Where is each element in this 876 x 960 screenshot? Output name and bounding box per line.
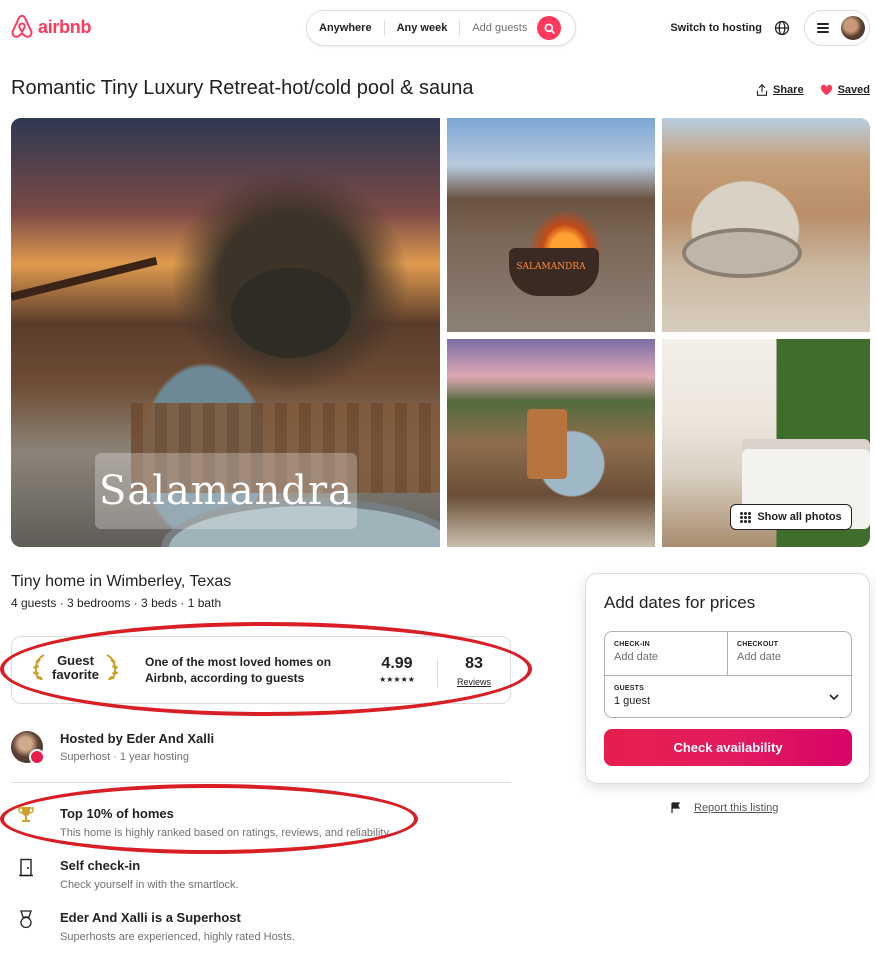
search-add-guests[interactable]: Add guests	[460, 20, 533, 36]
checkout-value: Add date	[737, 651, 782, 663]
feature-superhost: Eder And Xalli is a Superhost Superhosts…	[11, 910, 295, 943]
user-avatar	[841, 16, 865, 40]
title-actions: Share Saved	[756, 84, 870, 96]
checkout-label: CHECKOUT	[737, 641, 779, 648]
firepit-text: SALAMANDRA	[516, 262, 586, 272]
guest-favorite-line2: favorite	[52, 667, 99, 682]
door-icon	[11, 858, 41, 882]
guest-favorite-line1: Guest	[57, 653, 94, 668]
guests-label: GUESTS	[614, 685, 644, 692]
share-label: Share	[773, 84, 804, 96]
medal-icon	[11, 910, 41, 934]
search-anywhere[interactable]: Anywhere	[307, 20, 385, 36]
airbnb-logo-icon	[11, 14, 33, 38]
checkout-field[interactable]: CHECKOUT Add date	[728, 632, 852, 675]
feature-text: Top 10% of homes This home is highly ran…	[60, 806, 391, 839]
share-icon	[756, 84, 768, 96]
reviews-link[interactable]: Reviews	[452, 677, 496, 687]
firepit-shape	[509, 248, 599, 296]
listing-subtitle: Tiny home in Wimberley, Texas	[11, 573, 232, 590]
booking-title: Add dates for prices	[604, 593, 756, 612]
feature-text: Self check-in Check yourself in with the…	[60, 858, 239, 891]
checkin-field[interactable]: CHECK-IN Add date	[605, 632, 728, 675]
checkin-label: CHECK-IN	[614, 641, 650, 648]
airbnb-logo[interactable]: airbnb	[10, 14, 92, 40]
logo-text: airbnb	[38, 16, 92, 37]
globe-icon[interactable]	[774, 20, 790, 36]
grid-dots-icon	[740, 511, 752, 523]
checkin-value: Add date	[614, 651, 659, 663]
photo-sauna[interactable]	[447, 339, 655, 547]
hamburger-icon	[817, 23, 829, 33]
photo-tree	[231, 268, 351, 358]
reviews-count: 83	[465, 655, 483, 672]
salamandra-sign: Salamandra	[95, 453, 357, 529]
saved-label: Saved	[837, 84, 870, 96]
search-icon	[544, 22, 555, 34]
host-row: Hosted by Eder And Xalli Superhost · 1 y…	[11, 731, 214, 765]
section-divider	[11, 782, 511, 783]
feature-title: Self check-in	[60, 858, 141, 873]
laurel-left-icon	[33, 654, 45, 681]
guests-value: 1 guest	[614, 695, 651, 707]
search-button[interactable]	[537, 16, 562, 40]
host-title: Hosted by Eder And Xalli	[60, 731, 215, 746]
listing-title: Romantic Tiny Luxury Retreat-hot/cold po…	[11, 77, 474, 99]
feature-subtitle: Superhosts are experienced, highly rated…	[60, 931, 295, 943]
search-any-week[interactable]: Any week	[385, 20, 461, 36]
host-avatar[interactable]	[11, 731, 45, 765]
feature-subtitle: This home is highly ranked based on rati…	[60, 827, 392, 839]
report-listing-label[interactable]: Report this listing	[694, 802, 778, 814]
top-nav: airbnb Anywhere Any week Add guests Swit…	[0, 0, 876, 56]
share-button[interactable]: Share	[756, 84, 804, 96]
saved-button[interactable]: Saved	[820, 84, 870, 96]
rating-stars: ★★★★★	[379, 675, 415, 684]
search-bar[interactable]: Anywhere Any week Add guests	[306, 10, 576, 46]
feature-subtitle: Check yourself in with the smartlock.	[60, 879, 239, 891]
laurel-right-icon	[106, 654, 118, 681]
photo-daybed[interactable]	[662, 118, 870, 332]
guest-favorite-description: One of the most loved homes on Airbnb, a…	[145, 655, 332, 685]
sauna-shape	[527, 409, 567, 479]
guest-favorite-card: Guest favorite One of the most loved hom…	[11, 636, 511, 704]
check-availability-button[interactable]: Check availability	[604, 729, 852, 766]
feature-self-checkin: Self check-in Check yourself in with the…	[11, 858, 239, 891]
rating-block: 4.99 ★★★★★	[367, 655, 427, 684]
show-all-photos-button[interactable]: Show all photos	[730, 504, 852, 530]
photo-pergola	[11, 256, 158, 301]
guest-favorite-label: Guest favorite	[52, 654, 99, 682]
rating-divider	[437, 659, 438, 687]
guests-dropdown[interactable]: GUESTS 1 guest	[605, 675, 851, 718]
heart-icon	[820, 84, 832, 96]
show-all-photos-label: Show all photos	[757, 511, 842, 523]
host-text: Hosted by Eder And Xalli Superhost · 1 y…	[60, 731, 214, 763]
switch-to-hosting-link[interactable]: Switch to hosting	[670, 22, 762, 34]
listing-details: 4 guests · 3 bedrooms · 3 beds · 1 bath	[11, 596, 222, 610]
feature-title: Eder And Xalli is a Superhost	[60, 910, 241, 925]
reviews-block[interactable]: 83 Reviews	[452, 655, 496, 687]
report-listing[interactable]: Report this listing	[670, 802, 778, 814]
main-photo[interactable]: Salamandra	[11, 118, 440, 547]
flag-icon	[671, 802, 681, 813]
photo-firepit[interactable]: SALAMANDRA	[447, 118, 655, 332]
chevron-down-icon	[829, 694, 839, 701]
trophy-icon	[11, 806, 41, 830]
feature-top-homes: Top 10% of homes This home is highly ran…	[11, 806, 391, 839]
feature-text: Eder And Xalli is a Superhost Superhosts…	[60, 910, 295, 943]
booking-card: Add dates for prices CHECK-IN Add date C…	[585, 573, 870, 784]
date-guest-picker: CHECK-IN Add date CHECKOUT Add date GUES…	[604, 631, 852, 718]
guest-favorite-badge: Guest favorite	[32, 653, 119, 683]
feature-title: Top 10% of homes	[60, 806, 174, 821]
rating-value: 4.99	[381, 655, 413, 672]
header-right: Switch to hosting	[670, 10, 870, 46]
daybed-shape	[682, 228, 802, 278]
user-menu-button[interactable]	[804, 10, 870, 46]
host-subtitle: Superhost · 1 year hosting	[60, 751, 190, 763]
